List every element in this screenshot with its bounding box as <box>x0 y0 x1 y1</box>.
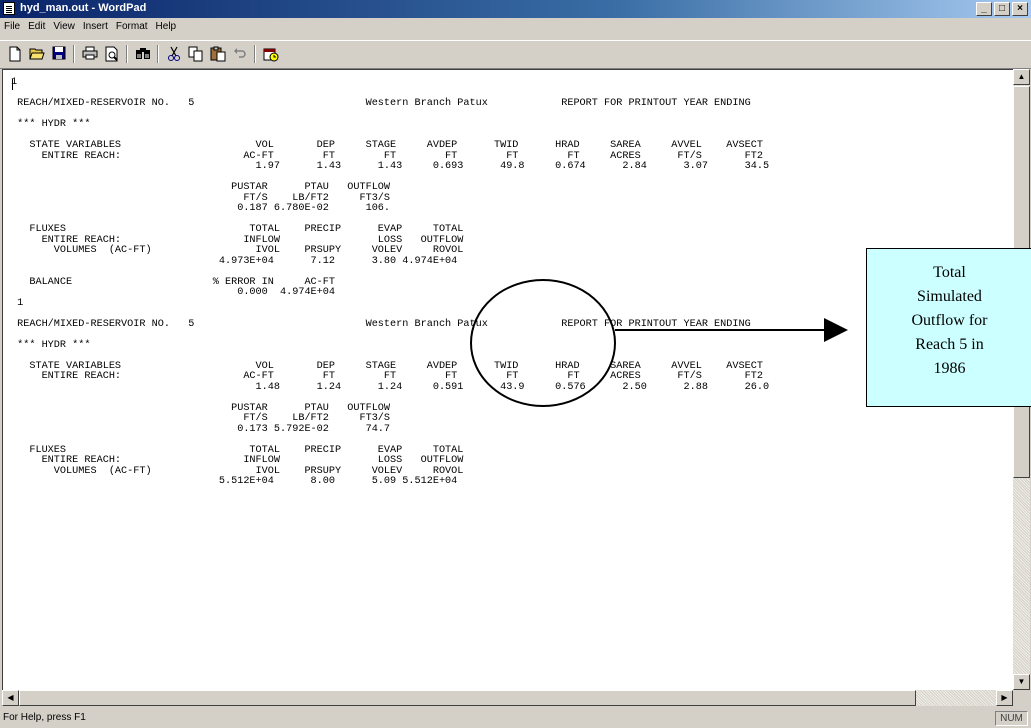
callout-line: Reach 5 in <box>915 336 984 353</box>
document-text[interactable]: 1 REACH/MIXED-RESERVOIR NO. 5 Western Br… <box>11 77 770 488</box>
insert-datetime-icon[interactable] <box>260 44 282 64</box>
find-icon[interactable] <box>132 44 154 64</box>
document-line[interactable]: FT/S LB/FT2 FT3/S <box>11 413 390 424</box>
document-line[interactable]: VOLUMES (AC-FT) IVOL PRSUPY VOLEV ROVOL <box>11 466 464 477</box>
undo-icon[interactable] <box>229 44 251 64</box>
menu-file[interactable]: File <box>0 19 24 32</box>
document-line[interactable]: ENTIRE REACH: INFLOW LOSS OUTFLOW <box>11 455 464 466</box>
document-line[interactable]: 1 <box>11 298 23 309</box>
menu-edit[interactable]: Edit <box>24 19 49 32</box>
scroll-right-button[interactable]: ▶ <box>996 690 1013 706</box>
toolbar-separator <box>254 45 256 63</box>
document-line[interactable]: FT/S LB/FT2 FT3/S <box>11 193 390 204</box>
document-line[interactable]: 1.48 1.24 1.24 0.591 43.9 0.576 2.50 2.8… <box>11 382 770 393</box>
status-help-text: For Help, press F1 <box>3 712 86 723</box>
print-preview-icon[interactable] <box>101 44 123 64</box>
menu-bar: File Edit View Insert Format Help <box>0 19 1031 37</box>
wordpad-document-icon[interactable] <box>3 2 15 15</box>
menu-format[interactable]: Format <box>112 19 152 32</box>
scrollbar-corner <box>1013 690 1030 706</box>
maximize-button[interactable]: □ <box>994 2 1010 16</box>
toolbar-separator <box>126 45 128 63</box>
callout-line: Outflow for <box>911 312 988 329</box>
document-line[interactable]: 0.187 6.780E-02 106. <box>11 203 390 214</box>
text-caret <box>12 79 13 90</box>
document-line[interactable]: REACH/MIXED-RESERVOIR NO. 5 Western Bran… <box>11 319 751 330</box>
paste-icon[interactable] <box>207 44 229 64</box>
callout-line: Total <box>933 264 966 281</box>
document-line[interactable]: PUSTAR PTAU OUTFLOW <box>11 403 390 414</box>
new-icon[interactable] <box>4 44 26 64</box>
scroll-up-button[interactable]: ▲ <box>1013 69 1030 85</box>
cut-icon[interactable] <box>163 44 185 64</box>
annotation-callout-box: Total Simulated Outflow for Reach 5 in 1… <box>866 248 1031 407</box>
toolbar-separator <box>73 45 75 63</box>
callout-line: 1986 <box>933 360 966 377</box>
horizontal-scrollbar[interactable]: ◀ ▶ <box>2 690 1013 706</box>
document-line[interactable]: ENTIRE REACH: INFLOW LOSS OUTFLOW <box>11 235 464 246</box>
scroll-down-button[interactable]: ▼ <box>1013 674 1030 690</box>
window-title: hyd_man.out - WordPad <box>20 2 147 14</box>
document-line[interactable]: FLUXES TOTAL PRECIP EVAP TOTAL <box>11 224 463 235</box>
menu-view[interactable]: View <box>49 19 79 32</box>
copy-icon[interactable] <box>185 44 207 64</box>
status-bar: For Help, press F1 NUM <box>0 709 1031 728</box>
document-line[interactable]: VOLUMES (AC-FT) IVOL PRSUPY VOLEV ROVOL <box>11 245 464 256</box>
scroll-left-button[interactable]: ◀ <box>2 690 19 706</box>
save-icon[interactable] <box>48 44 70 64</box>
window-controls: _ □ × <box>976 2 1028 16</box>
minimize-button[interactable]: _ <box>976 2 992 16</box>
document-line[interactable]: FLUXES TOTAL PRECIP EVAP TOTAL <box>11 445 463 456</box>
num-lock-indicator: NUM <box>995 711 1028 726</box>
document-line[interactable]: 5.512E+04 8.00 5.09 5.512E+04 <box>11 476 457 487</box>
menu-insert[interactable]: Insert <box>79 19 112 32</box>
document-line[interactable]: BALANCE % ERROR IN AC-FT <box>11 277 335 288</box>
menu-help[interactable]: Help <box>152 19 181 32</box>
callout-line: Simulated <box>917 288 982 305</box>
document-line[interactable]: REACH/MIXED-RESERVOIR NO. 5 Western Bran… <box>11 98 751 109</box>
document-line[interactable]: STATE VARIABLES VOL DEP STAGE AVDEP TWID… <box>11 361 763 372</box>
document-line[interactable]: 0.000 4.974E+04 <box>11 287 335 298</box>
close-button[interactable]: × <box>1012 2 1028 16</box>
document-line[interactable]: STATE VARIABLES VOL DEP STAGE AVDEP TWID… <box>11 140 763 151</box>
toolbar <box>0 40 1031 69</box>
document-line[interactable]: 0.173 5.792E-02 74.7 <box>11 424 390 435</box>
document-line[interactable]: *** HYDR *** <box>11 119 90 130</box>
print-icon[interactable] <box>79 44 101 64</box>
document-line[interactable]: ENTIRE REACH: AC-FT FT FT FT FT FT ACRES… <box>11 371 763 382</box>
document-line[interactable]: ENTIRE REACH: AC-FT FT FT FT FT FT ACRES… <box>11 151 763 162</box>
open-icon[interactable] <box>26 44 48 64</box>
document-area[interactable]: 1 REACH/MIXED-RESERVOIR NO. 5 Western Br… <box>2 69 1013 690</box>
document-line[interactable]: *** HYDR *** <box>11 340 90 351</box>
document-line[interactable]: 4.973E+04 7.12 3.80 4.974E+04 <box>11 256 457 267</box>
horizontal-scroll-thumb[interactable] <box>19 690 916 706</box>
title-bar[interactable]: hyd_man.out - WordPad _ □ × <box>0 0 1031 18</box>
document-line[interactable]: 1.97 1.43 1.43 0.693 49.8 0.674 2.84 3.0… <box>11 161 770 172</box>
toolbar-separator <box>157 45 159 63</box>
document-line[interactable]: PUSTAR PTAU OUTFLOW <box>11 182 390 193</box>
